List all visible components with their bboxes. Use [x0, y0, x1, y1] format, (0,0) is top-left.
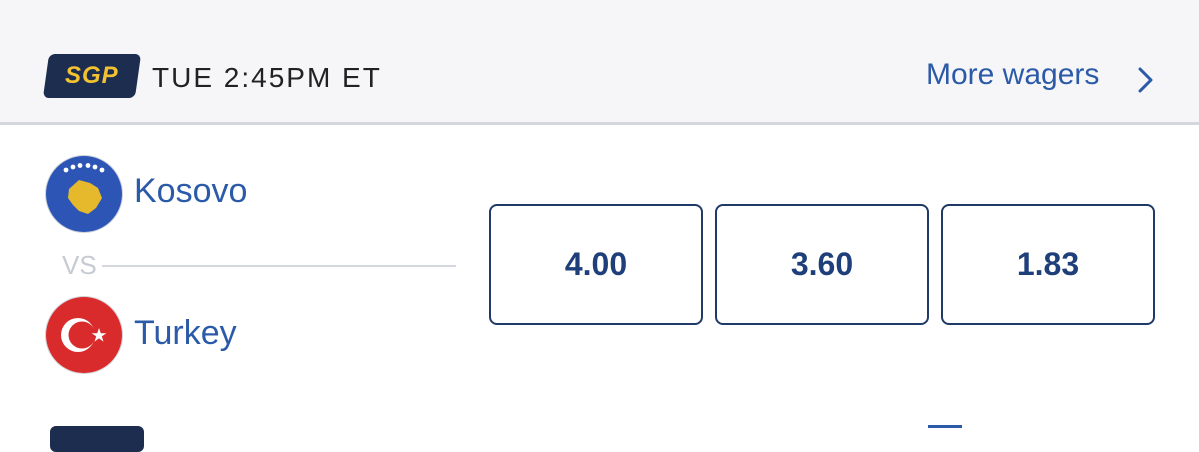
odds-button-draw[interactable]: 3.60 [715, 204, 929, 325]
game-time: TUE 2:45PM ET [152, 62, 382, 93]
odds-button-turkey[interactable]: 1.83 [941, 204, 1155, 325]
team-name-turkey: Turkey [134, 314, 237, 352]
vs-label: VS [62, 250, 97, 280]
next-more-wagers-partial [928, 425, 962, 438]
team-name-kosovo: Kosovo [134, 172, 248, 210]
sgp-badge: SGP [42, 54, 142, 98]
next-sgp-badge-partial [50, 426, 144, 452]
more-wagers-link[interactable]: More wagers [926, 55, 1099, 95]
odds-button-kosovo[interactable]: 4.00 [489, 204, 703, 325]
chevron-right-icon[interactable] [1134, 66, 1156, 94]
sgp-label: SGP [65, 62, 119, 89]
vs-divider-line [102, 265, 456, 267]
kosovo-flag-icon [46, 156, 122, 232]
turkey-flag-icon [46, 297, 122, 373]
header-divider [0, 122, 1199, 125]
